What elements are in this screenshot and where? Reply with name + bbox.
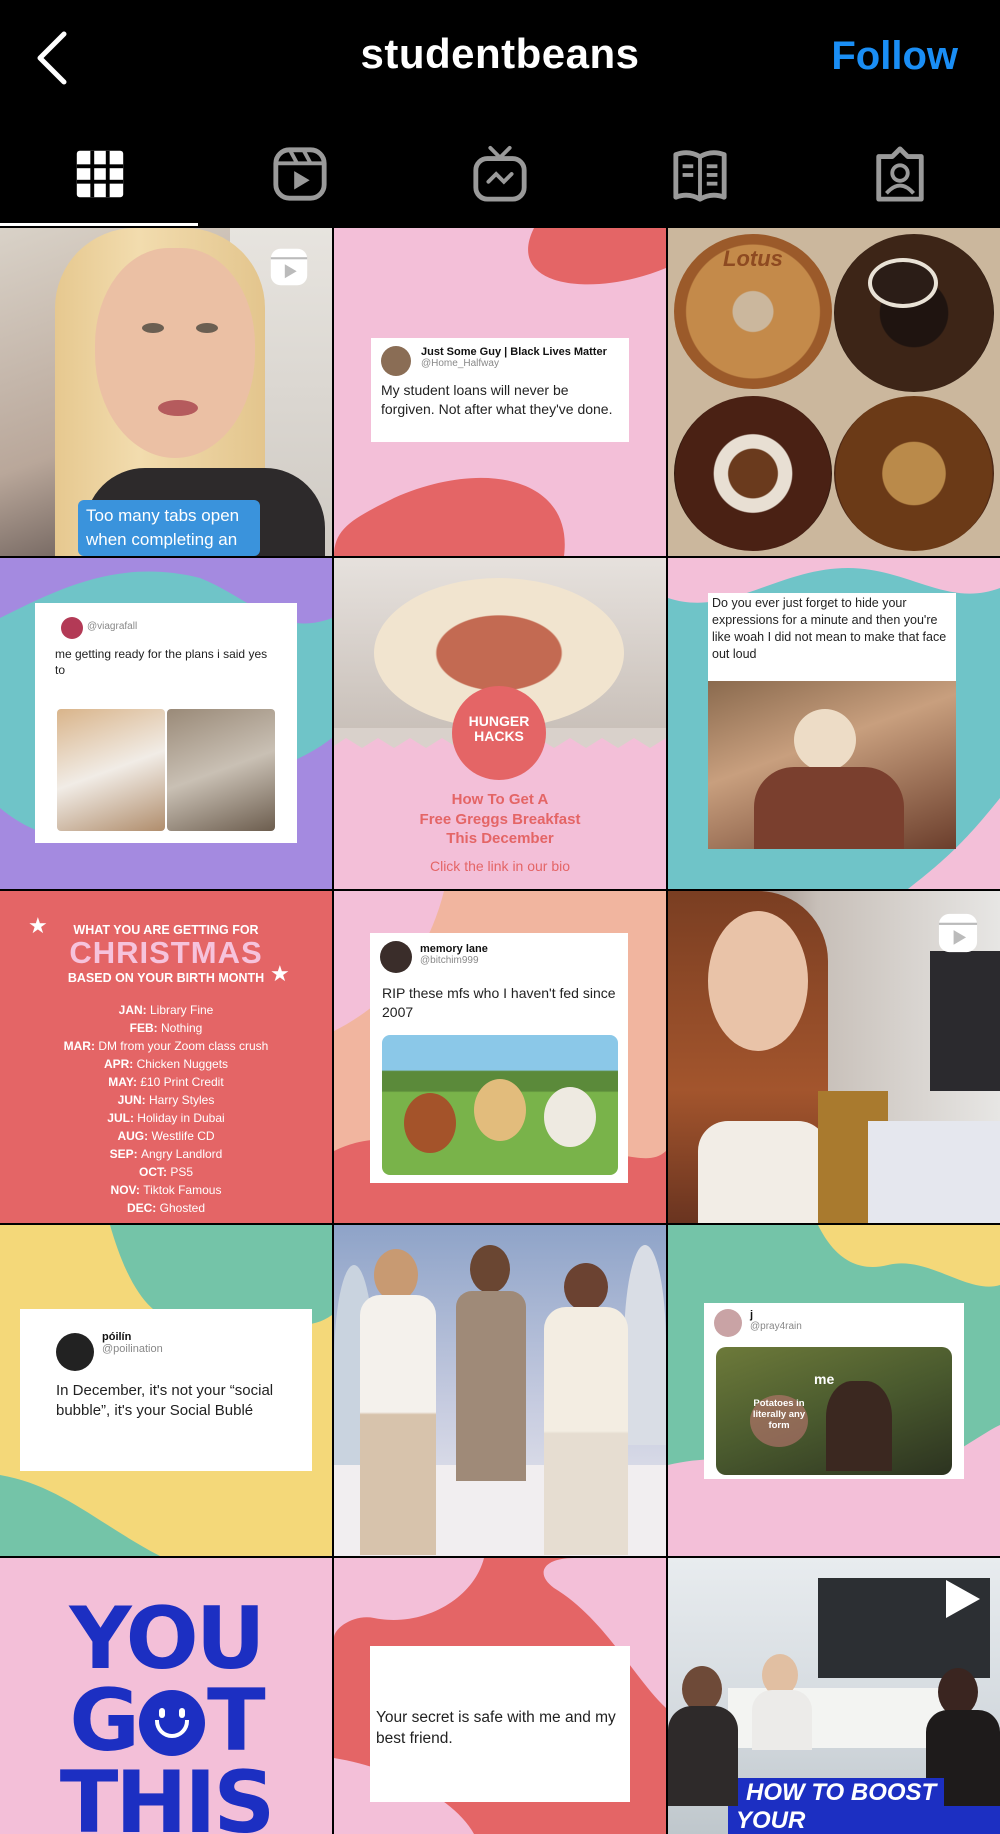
month-gift: Angry Landlord [140,1147,223,1161]
guides-icon [673,149,727,202]
cat-photo [167,709,275,831]
tweet-card: Just Some Guy | Black Lives Matter @Home… [371,338,629,442]
month-label: AUG: [117,1129,152,1143]
month-row: JUN: Harry Styles [0,1091,332,1109]
post-tile-4[interactable]: @viagrafall me getting ready for the pla… [0,558,332,889]
month-row: OCT: PS5 [0,1163,332,1181]
active-tab-indicator [0,223,198,226]
tweet-card: @viagrafall me getting ready for the pla… [35,603,297,843]
month-row: SEP: Angry Landlord [0,1145,332,1163]
meme-photo [708,681,956,849]
avatar [61,617,83,639]
month-label: NOV: [110,1183,144,1197]
headline-line: YOU [69,1589,265,1689]
tab-guides[interactable] [600,120,800,227]
hunger-hacks-badge: HUNGER HACKS [452,686,546,780]
month-gift: Holiday in Dubai [137,1111,225,1125]
tagged-icon [876,145,924,202]
month-row: FEB: Nothing [0,1019,332,1037]
puppies-photo [382,1035,618,1175]
month-label: JUL: [107,1111,138,1125]
month-label: JAN: [118,1003,150,1017]
post-tile-13[interactable]: YOU GT THIS [0,1558,332,1834]
month-label: APR: [103,1057,137,1071]
month-label: DEC: [126,1201,160,1215]
birth-month-list: JAN: Library Fine FEB: Nothing MAR: DM fro… [0,1001,332,1217]
month-row: JUL: Holiday in Dubai [0,1109,332,1127]
month-row: MAY: £10 Print Credit [0,1073,332,1091]
month-row: DEC: Ghosted [0,1199,332,1217]
post-tile-10[interactable]: póilín @poilination In December, it's no… [0,1225,332,1556]
grid-icon [76,150,124,197]
tweet-card: póilín @poilination In December, it's no… [20,1309,312,1471]
month-label: SEP: [109,1147,141,1161]
post-tile-11[interactable] [334,1225,666,1556]
tweet-card: Your secret is safe with me and my best … [370,1646,630,1802]
month-gift: Westlife CD [151,1129,215,1143]
post-tile-12[interactable]: j @pray4rain me Potatoes in literally an… [668,1225,1000,1556]
profile-tabs [0,120,1000,227]
post-tile-8[interactable]: memory lane @bitchim999 RIP these mfs wh… [334,891,666,1223]
month-row: MAR: DM from your Zoom class crush [0,1037,332,1055]
post-caption: Too many tabs open when completing an [78,500,260,556]
post-tile-15[interactable]: HOW TO BOOST YOUR EMPLOYABILITY [668,1558,1000,1834]
post-tile-1[interactable]: Too many tabs open when completing an [0,228,332,556]
reel-icon [938,913,978,953]
star-icon: ★ [28,913,48,938]
smiley-o-icon [138,1690,205,1756]
month-row: AUG: Westlife CD [0,1127,332,1145]
profile-header: studentbeans Follow [0,0,1000,120]
month-gift: £10 Print Credit [140,1075,224,1089]
month-gift: DM from your Zoom class crush [98,1039,269,1053]
follow-button[interactable]: Follow [831,34,958,79]
play-icon [946,1580,980,1618]
month-gift: Harry Styles [149,1093,215,1107]
avatar [56,1333,94,1371]
month-label: FEB: [129,1021,161,1035]
month-gift: Tiktok Famous [143,1183,222,1197]
reels-icon [273,146,327,201]
month-gift: Chicken Nuggets [136,1057,229,1071]
post-tile-3[interactable]: Lotus [668,228,1000,556]
month-gift: Library Fine [149,1003,214,1017]
month-label: MAY: [108,1075,141,1089]
meme-photo: me Potatoes in literally any form [716,1347,952,1475]
tab-reels[interactable] [200,120,400,227]
tab-igtv[interactable] [400,120,600,227]
avatar [714,1309,742,1337]
post-tile-2[interactable]: Just Some Guy | Black Lives Matter @Home… [334,228,666,556]
post-tile-5[interactable]: HUNGER HACKS How To Get A Free Greggs Bre… [334,558,666,889]
igtv-icon [473,145,527,202]
headline-line: GT [69,1671,265,1771]
post-grid: Too many tabs open when completing an Ju… [0,228,1000,1834]
reel-icon [270,248,308,286]
month-gift: Ghosted [159,1201,206,1215]
month-label: JUN: [117,1093,149,1107]
headline-line: THIS [59,1753,276,1834]
cat-photo [57,709,165,831]
tweet-card: Do you ever just forget to hide your exp… [708,593,956,849]
tab-grid[interactable] [0,120,200,227]
month-gift: PS5 [170,1165,194,1179]
tweet-card: memory lane @bitchim999 RIP these mfs wh… [370,933,628,1183]
title-banner-line: HOW TO BOOST [738,1778,945,1808]
month-row: JAN: Library Fine [0,1001,332,1019]
post-tile-9[interactable] [668,891,1000,1223]
avatar [380,941,412,973]
month-gift: Nothing [160,1021,203,1035]
month-row: APR: Chicken Nuggets [0,1055,332,1073]
month-label: MAR: [63,1039,99,1053]
month-row: NOV: Tiktok Famous [0,1181,332,1199]
star-icon: ★ [270,961,290,986]
post-tile-14[interactable]: Your secret is safe with me and my best … [334,1558,666,1834]
post-tile-7[interactable]: WHAT YOU ARE GETTING FOR CHRISTMAS BASED… [0,891,332,1223]
title-banner-line: YOUR EMPLOYABILITY [728,1806,1000,1834]
tweet-card: j @pray4rain me Potatoes in literally an… [704,1303,964,1479]
month-label: OCT: [138,1165,171,1179]
avatar [381,346,411,376]
tab-tagged[interactable] [800,120,1000,227]
post-tile-6[interactable]: Do you ever just forget to hide your exp… [668,558,1000,889]
